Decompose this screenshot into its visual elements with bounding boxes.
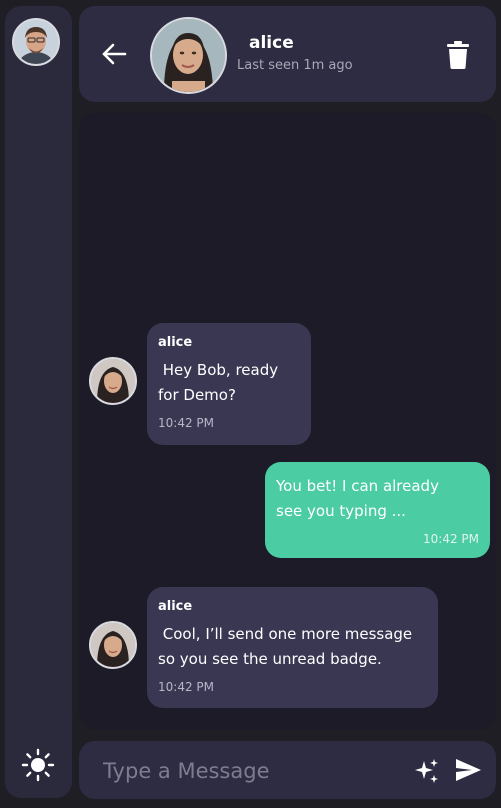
user-avatar-image (14, 20, 58, 64)
message-time: 10:42 PM (158, 416, 214, 430)
incoming-message[interactable]: alice Hey Bob, ready for Demo? 10:42 PM (147, 323, 311, 445)
trash-icon (447, 41, 469, 69)
sidebar (5, 6, 72, 798)
sender-avatar-image (91, 359, 135, 403)
message-sender: alice (158, 599, 193, 614)
message-time: 10:42 PM (158, 680, 214, 694)
message-time: 10:42 PM (423, 532, 479, 546)
message-list[interactable]: alice Hey Bob, ready for Demo? 10:42 PM … (79, 113, 496, 730)
arrow-left-icon (102, 43, 127, 65)
message-input[interactable] (101, 755, 395, 787)
message-avatar (89, 357, 137, 405)
back-button[interactable] (99, 39, 129, 69)
send-icon (456, 759, 481, 781)
contact-avatar-image (152, 19, 225, 92)
ai-suggest-button[interactable] (413, 757, 441, 785)
outgoing-message[interactable]: You bet! I can already see you typing ..… (265, 462, 490, 558)
incoming-message[interactable]: alice Cool, I’ll send one more message s… (147, 587, 438, 708)
delete-chat-button[interactable] (445, 40, 471, 70)
sparkle-icon (415, 759, 438, 783)
theme-toggle-button[interactable] (21, 748, 55, 782)
send-button[interactable] (454, 757, 482, 783)
sender-avatar-image (91, 623, 135, 667)
message-text: Hey Bob, ready for Demo? (158, 361, 279, 404)
user-avatar[interactable] (12, 18, 60, 66)
contact-name: alice (249, 33, 294, 53)
message-avatar (89, 621, 137, 669)
message-text: You bet! I can already see you typing ..… (276, 477, 439, 520)
message-text: Cool, I’ll send one more message so you … (158, 625, 413, 668)
sun-icon (21, 748, 55, 782)
chat-header: alice Last seen 1m ago (79, 6, 496, 102)
app-window: alice Last seen 1m ago alice Hey Bob, re… (0, 0, 501, 808)
contact-avatar[interactable] (150, 17, 227, 94)
message-composer (79, 741, 496, 799)
message-sender: alice (158, 335, 193, 350)
last-seen-status: Last seen 1m ago (237, 58, 353, 73)
